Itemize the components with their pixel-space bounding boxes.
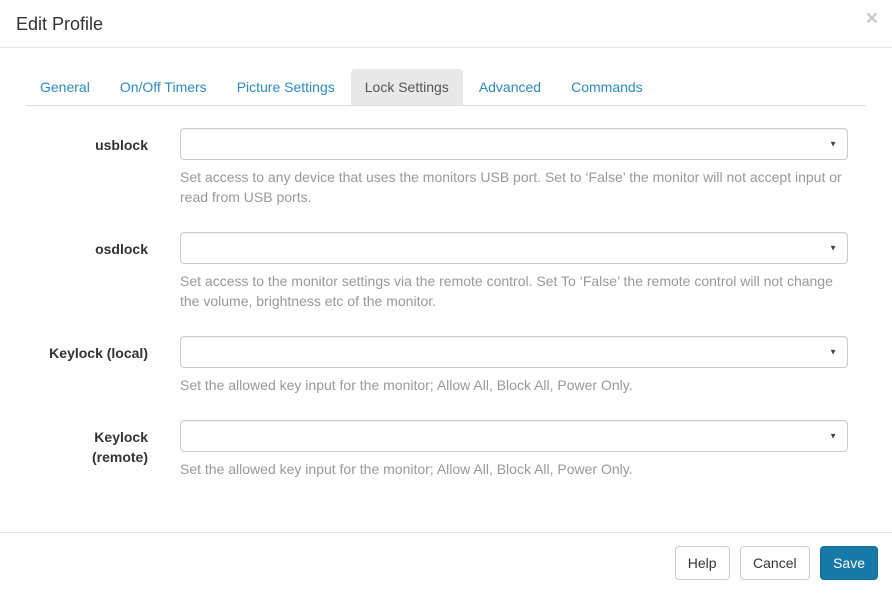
keylock-local-select-value (181, 337, 847, 349)
keylock-remote-select-value (181, 421, 847, 433)
keylock-local-help-text: Set the allowed key input for the monito… (180, 377, 633, 393)
tab-onoff-timers[interactable]: On/Off Timers (106, 69, 221, 105)
tab-bar: General On/Off Timers Picture Settings L… (26, 69, 866, 106)
close-icon[interactable]: × (866, 8, 878, 29)
form-group-osdlock: osdlock ▼ Set access to the monitor sett… (26, 232, 866, 311)
usblock-select[interactable]: ▼ (180, 128, 848, 160)
form-group-keylock-local: Keylock (local) ▼ Set the allowed key in… (26, 336, 866, 395)
tab-general[interactable]: General (26, 69, 104, 105)
usblock-help-text: Set access to any device that uses the m… (180, 169, 842, 205)
keylock-remote-select[interactable]: ▼ (180, 420, 848, 452)
usblock-label: usblock (95, 137, 148, 153)
osdlock-help-text: Set access to the monitor settings via t… (180, 273, 833, 309)
tab-picture-settings[interactable]: Picture Settings (223, 69, 349, 105)
help-button[interactable]: Help (674, 546, 730, 580)
osdlock-label: osdlock (95, 241, 148, 257)
tab-advanced[interactable]: Advanced (465, 69, 555, 105)
edit-profile-dialog: Edit Profile × General On/Off Timers Pic… (0, 0, 892, 593)
dialog-header: Edit Profile × (0, 0, 892, 48)
form-group-keylock-remote: Keylock (remote) ▼ Set the allowed key i… (26, 420, 866, 479)
keylock-local-select[interactable]: ▼ (180, 336, 848, 368)
tab-commands[interactable]: Commands (557, 69, 657, 105)
cancel-button[interactable]: Cancel (740, 546, 810, 580)
save-button[interactable]: Save (820, 546, 878, 580)
usblock-select-value (181, 129, 847, 141)
lock-settings-form: usblock ▼ Set access to any device that … (26, 128, 866, 479)
osdlock-select-value (181, 233, 847, 245)
form-group-usblock: usblock ▼ Set access to any device that … (26, 128, 866, 207)
dialog-body: General On/Off Timers Picture Settings L… (0, 48, 892, 479)
keylock-remote-label: Keylock (remote) (91, 429, 148, 465)
keylock-local-label: Keylock (local) (49, 345, 148, 361)
dialog-footer: Help Cancel Save (0, 532, 892, 593)
page-title: Edit Profile (16, 14, 104, 34)
tab-lock-settings[interactable]: Lock Settings (350, 69, 463, 105)
keylock-remote-help-text: Set the allowed key input for the monito… (180, 461, 633, 477)
osdlock-select[interactable]: ▼ (180, 232, 848, 264)
